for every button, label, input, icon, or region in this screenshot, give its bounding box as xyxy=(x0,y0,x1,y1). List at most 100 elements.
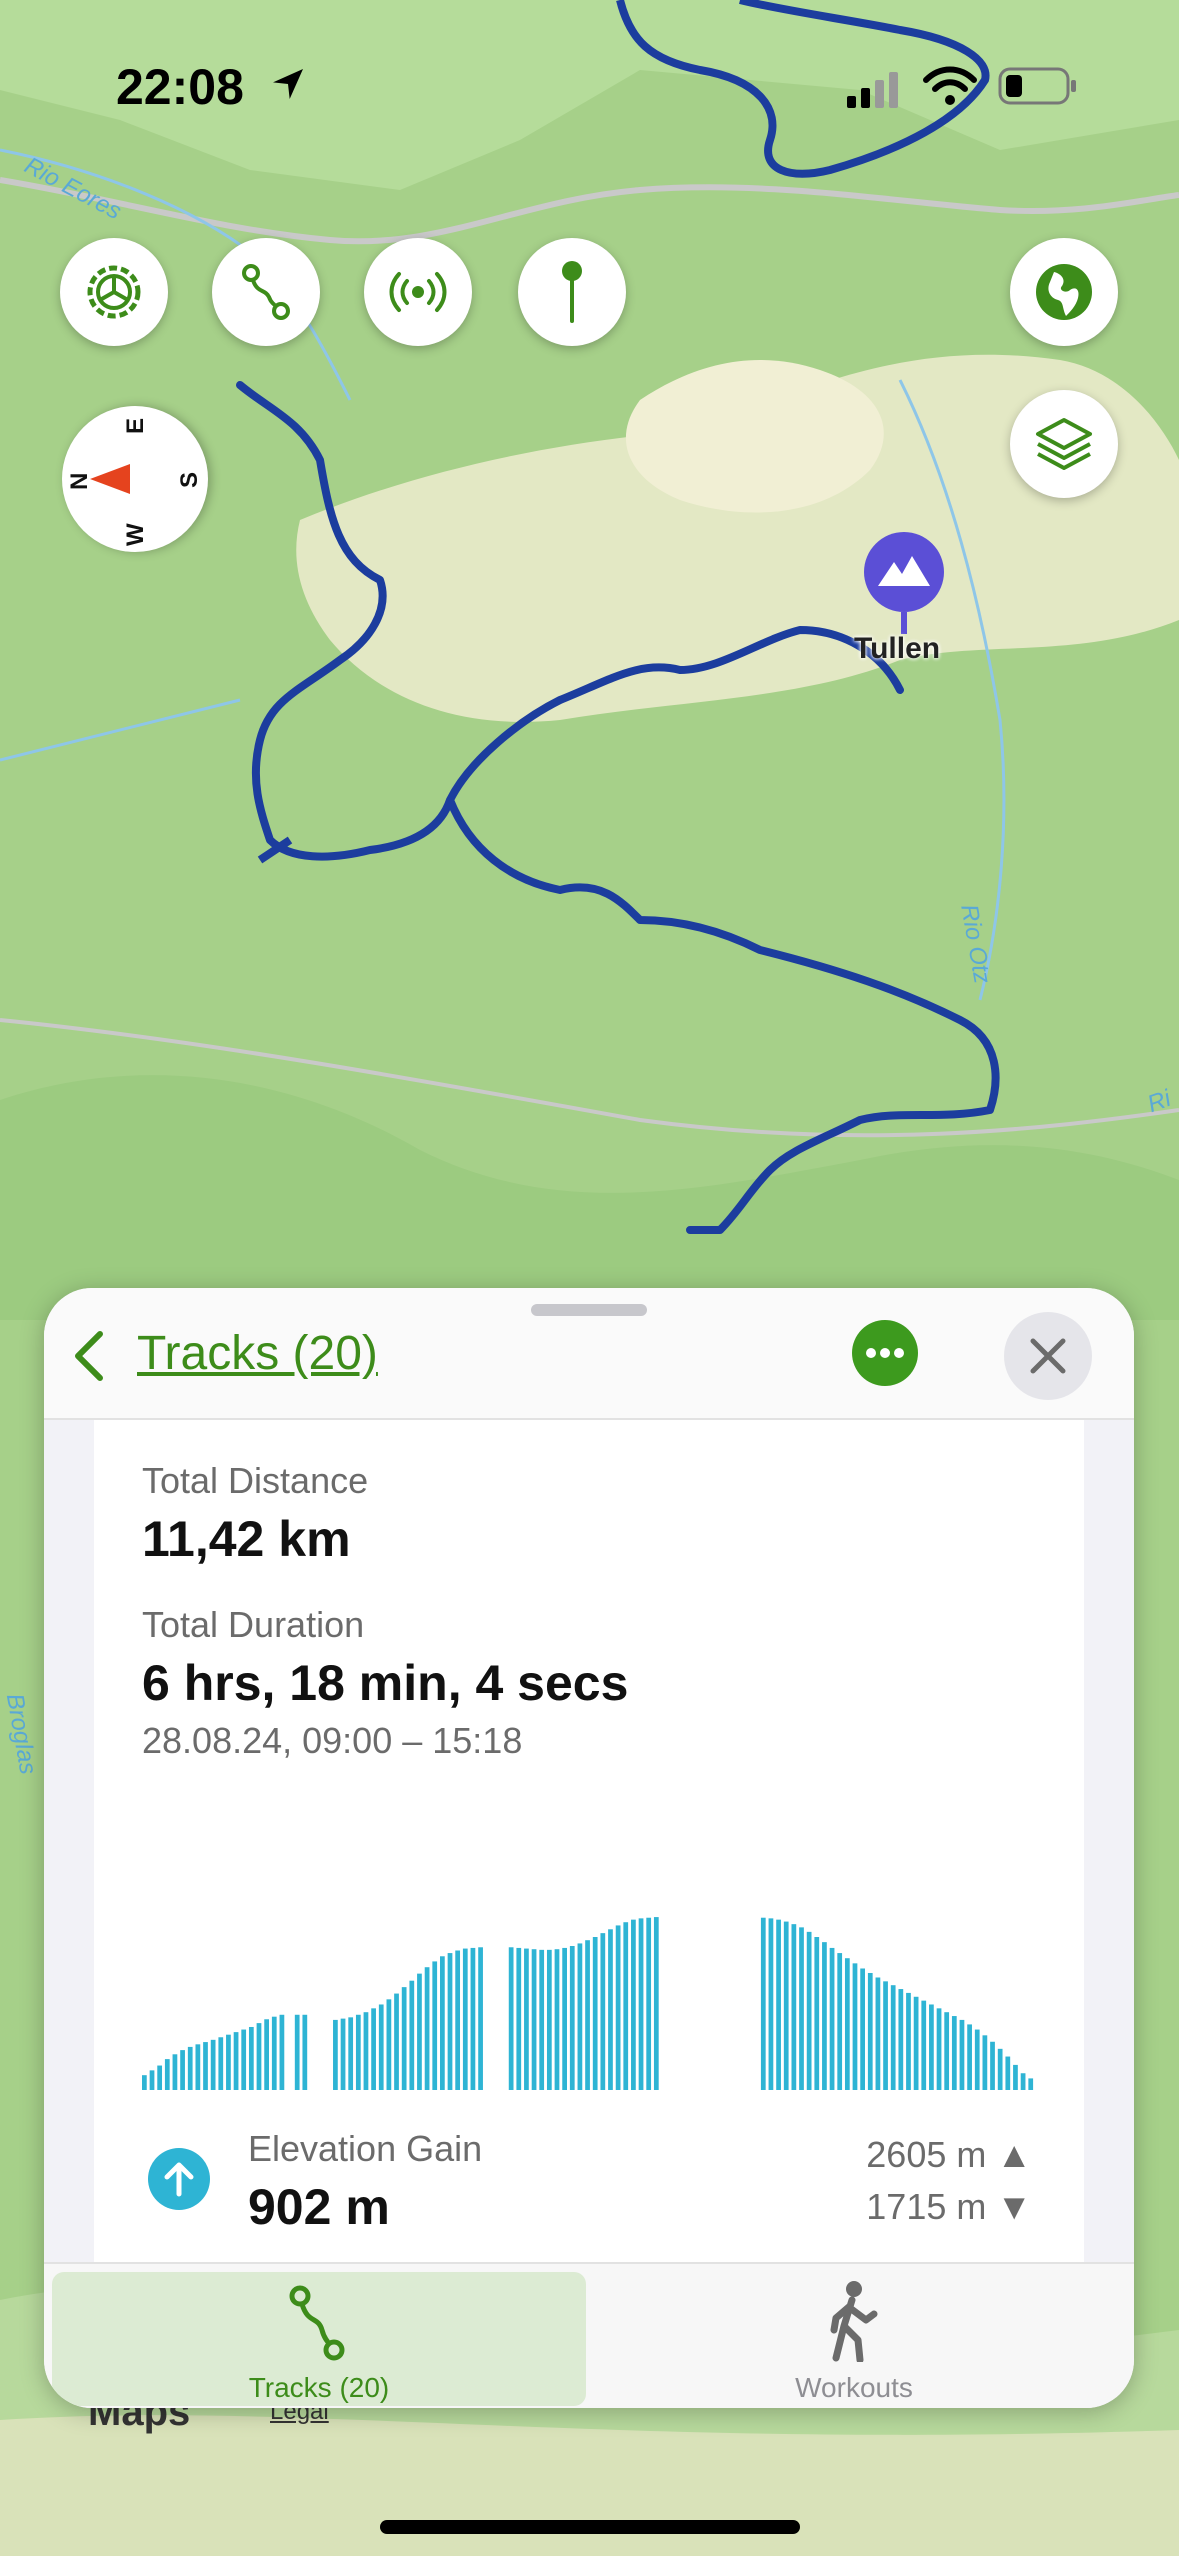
walking-person-icon[interactable] xyxy=(822,2280,882,2362)
elevation-bar xyxy=(829,1947,835,2090)
sheet-grabber[interactable] xyxy=(531,1304,647,1316)
compass-east: E xyxy=(122,417,149,434)
chevron-left-icon[interactable] xyxy=(70,1328,110,1384)
tab-bar: Tracks (20) Workouts xyxy=(44,2262,1134,2408)
elevation-bar xyxy=(1028,2078,1034,2090)
elevation-bar xyxy=(929,2004,934,2090)
sheet-title-link[interactable]: Tracks (20) xyxy=(137,1326,378,1381)
tab-tracks[interactable]: Tracks (20) xyxy=(52,2272,586,2406)
clock: 22:08 xyxy=(116,59,244,115)
elevation-bar xyxy=(524,1948,529,2090)
ellipsis-icon xyxy=(866,1348,904,1358)
elevation-bar xyxy=(776,1919,781,2090)
elevation-bar xyxy=(997,2048,1003,2090)
elevation-bar xyxy=(157,2065,163,2090)
elevation-gain-label: Elevation Gain xyxy=(248,2128,483,2169)
elevation-bar xyxy=(569,1946,575,2090)
track-stats-card: Total Distance 11,42 km Total Duration 6… xyxy=(94,1420,1084,2262)
elevation-bar xyxy=(883,1981,888,2090)
elevation-bar xyxy=(608,1929,613,2090)
elevation-bar xyxy=(455,1950,461,2090)
route-icon xyxy=(242,264,290,320)
wifi-icon xyxy=(923,66,977,105)
elevation-bar xyxy=(417,1973,422,2090)
elevation-bar xyxy=(340,2018,346,2090)
elevation-bar xyxy=(226,2034,231,2090)
compass-west: W xyxy=(122,523,149,546)
elevation-bar xyxy=(447,1953,453,2090)
elevation-bar xyxy=(631,1919,636,2090)
elevation-bar xyxy=(187,2046,193,2090)
elevation-bar xyxy=(585,1940,590,2090)
settings-button[interactable] xyxy=(60,238,168,346)
elevation-bar xyxy=(355,2014,361,2090)
elevation-bar xyxy=(623,1922,629,2090)
elevation-bar xyxy=(837,1953,843,2090)
elevation-bar xyxy=(424,1967,430,2090)
arrow-up-icon xyxy=(164,2162,194,2197)
mountain-poi-icon[interactable] xyxy=(862,530,946,640)
elevation-bar xyxy=(203,2042,208,2090)
more-button[interactable] xyxy=(852,1320,918,1386)
total-distance-label: Total Distance xyxy=(142,1460,369,1501)
battery-icon xyxy=(998,67,1076,105)
elevation-bar xyxy=(760,1917,766,2090)
elevation-bar xyxy=(248,2026,254,2090)
sheet-header: Tracks (20) xyxy=(44,1288,1134,1420)
elevation-bar xyxy=(944,2012,950,2090)
elevation-bar xyxy=(577,1943,583,2090)
tab-tracks-label: Tracks (20) xyxy=(248,2372,390,2403)
elevation-bar xyxy=(860,1968,865,2090)
pin-button[interactable] xyxy=(518,238,626,346)
elevation-bar xyxy=(1005,2056,1011,2090)
elevation-bar xyxy=(921,2000,927,2090)
settings-icon xyxy=(87,265,141,319)
elevation-bar xyxy=(974,2029,980,2090)
elevation-bar xyxy=(936,2008,942,2090)
elevation-bar xyxy=(348,2017,354,2090)
layers-button[interactable] xyxy=(1010,390,1118,498)
elevation-bar xyxy=(615,1925,621,2090)
tab-workouts-label[interactable]: Workouts xyxy=(744,2372,964,2404)
elevation-bar xyxy=(378,2004,384,2090)
elevation-bar xyxy=(478,1947,483,2090)
elevation-bar xyxy=(142,2075,147,2090)
location-arrow-icon xyxy=(273,69,303,99)
elevation-bar xyxy=(302,2014,308,2090)
elevation-bar xyxy=(531,1949,537,2090)
elevation-bar xyxy=(409,1980,415,2090)
elevation-bar xyxy=(906,1992,911,2090)
elevation-bar xyxy=(149,2070,155,2090)
globe-button[interactable] xyxy=(1010,238,1118,346)
elevation-bar xyxy=(264,2019,269,2090)
elevation-bar xyxy=(218,2037,224,2090)
elevation-bar xyxy=(913,1996,919,2090)
elevation-bar xyxy=(363,2012,369,2090)
compass-button[interactable]: N S E W xyxy=(62,406,208,552)
max-elevation: 2605 m ▲ xyxy=(866,2134,1032,2175)
elevation-bar xyxy=(844,1958,850,2090)
elevation-bar xyxy=(799,1927,804,2090)
live-tracking-button[interactable] xyxy=(364,238,472,346)
status-bar: 22:08 xyxy=(0,52,1179,122)
elevation-bar xyxy=(768,1918,774,2090)
elevation-bar xyxy=(371,2008,376,2090)
close-icon xyxy=(1030,1338,1066,1374)
tracks-sheet: Tracks (20) Total Distance 11,42 km Tota… xyxy=(44,1288,1134,2408)
elevation-gain-value: 902 m xyxy=(248,2179,390,2235)
elevation-bar xyxy=(890,1985,896,2090)
route-button[interactable] xyxy=(212,238,320,346)
elevation-bar xyxy=(271,2016,277,2090)
broadcast-icon xyxy=(389,272,447,312)
elevation-bar xyxy=(508,1947,514,2090)
elevation-bar xyxy=(959,2019,965,2090)
elevation-bar xyxy=(432,1961,438,2090)
elevation-bar xyxy=(898,1989,904,2090)
close-button[interactable] xyxy=(1004,1312,1092,1400)
elevation-chart[interactable] xyxy=(142,1790,1036,2090)
elevation-bar xyxy=(951,2016,957,2090)
elevation-bar xyxy=(875,1977,881,2090)
elevation-bar xyxy=(241,2029,247,2090)
compass-needle-icon xyxy=(90,464,130,494)
elevation-bar xyxy=(990,2041,995,2090)
